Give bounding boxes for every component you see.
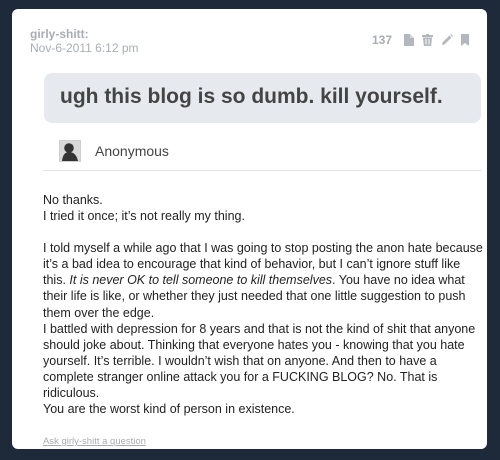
asker: Anonymous	[59, 140, 169, 162]
post-date: Nov-6-2011 6:12 pm	[30, 41, 139, 55]
pencil-icon[interactable]	[441, 34, 453, 46]
question-box: ugh this blog is so dumb. kill yourself.	[44, 73, 481, 123]
answer-emphasis: It is never OK to tell someone to kill t…	[69, 273, 333, 288]
question-text: ugh this blog is so dumb. kill yourself.	[60, 85, 443, 108]
answer-paragraph: You are the worst kind of person in exis…	[43, 402, 295, 417]
answer-paragraph: I battled with depression for 8 years an…	[43, 321, 476, 401]
trash-icon[interactable]	[422, 34, 433, 46]
answer-line: No thanks.	[43, 193, 103, 207]
divider	[43, 170, 481, 171]
card-pointer	[14, 42, 24, 56]
answer-line: I tried it once; it’s not really my thin…	[43, 209, 245, 224]
post-card: girly-shitt: Nov-6-2011 6:12 pm 137 ugh …	[12, 9, 487, 449]
post-author[interactable]: girly-shitt:	[30, 28, 139, 41]
bookmark-icon[interactable]	[461, 34, 469, 46]
notes-document-icon[interactable]	[404, 34, 414, 46]
answer-body: No thanks. I tried it once; it’s not rea…	[43, 192, 483, 417]
anonymous-avatar	[59, 140, 81, 162]
post-controls: 137	[372, 33, 469, 47]
answer-paragraph: I told myself a while ago that I was goi…	[43, 240, 483, 320]
asker-name: Anonymous	[95, 143, 169, 159]
anonymous-silhouette-icon	[60, 141, 80, 161]
post-meta: girly-shitt: Nov-6-2011 6:12 pm	[30, 28, 139, 56]
notes-count[interactable]: 137	[372, 33, 392, 47]
ask-question-link[interactable]: Ask girly-shitt a question	[43, 436, 146, 447]
dashboard-background: girly-shitt: Nov-6-2011 6:12 pm 137 ugh …	[0, 0, 500, 460]
